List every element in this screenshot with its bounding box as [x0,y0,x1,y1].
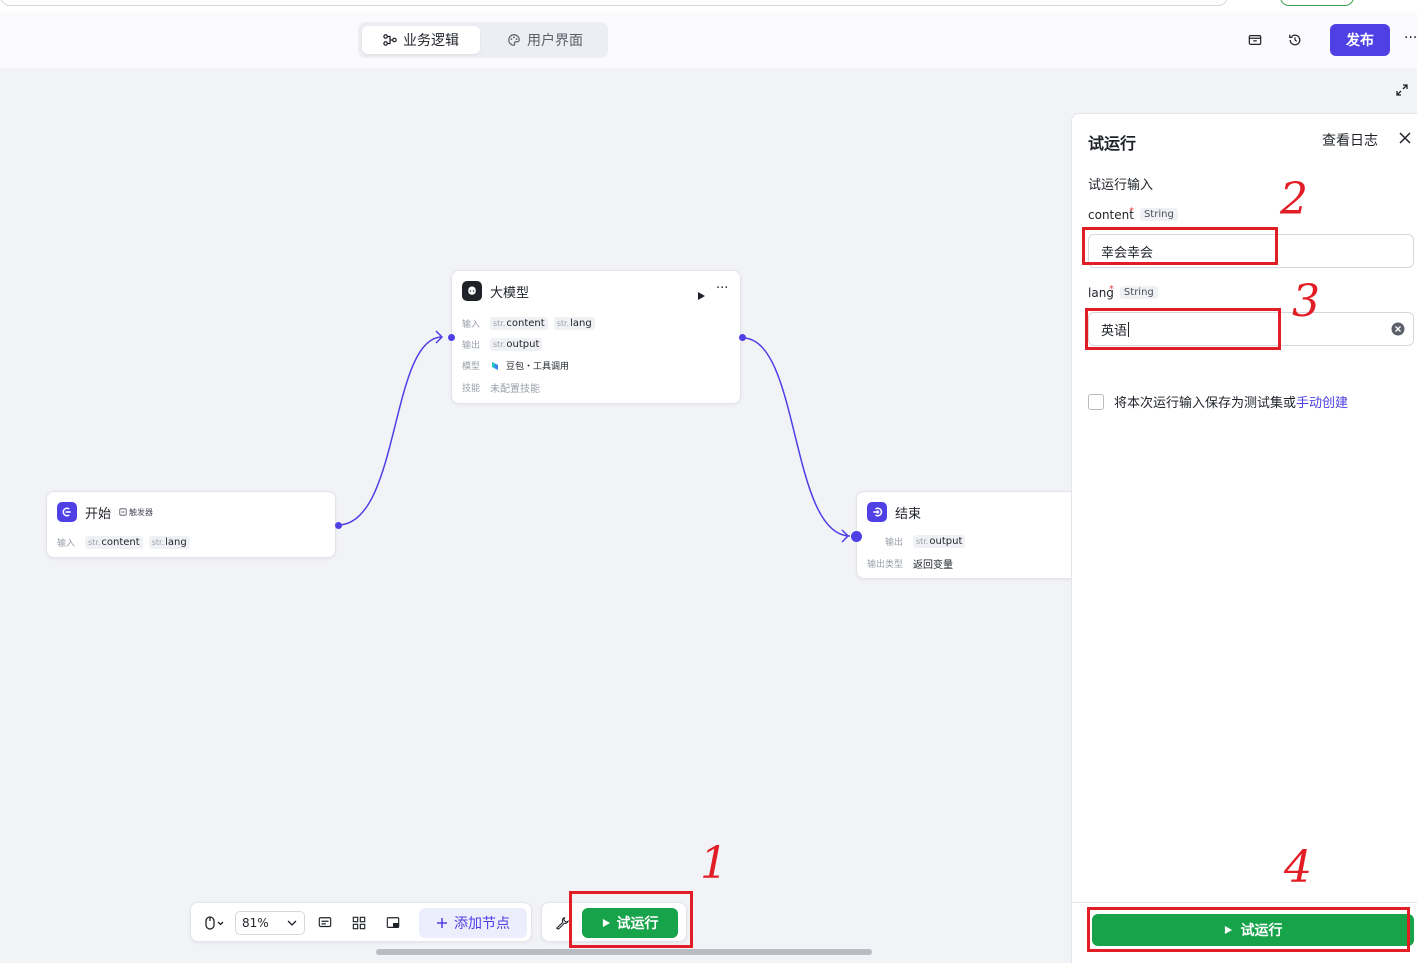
input-chip: str.lang [148,536,190,549]
zoom-value: 81% [242,916,269,930]
row-label: 技能 [462,384,481,394]
comment-icon[interactable] [315,913,335,933]
input-chip: str.content [85,536,143,549]
more-menu-icon[interactable]: ··· [1404,30,1417,46]
view-switcher: 业务逻辑 用户界面 [358,22,608,58]
llm-input-port[interactable] [448,334,455,341]
history-icon[interactable] [1285,30,1305,50]
row-label: 输入 [462,320,481,330]
node-more-icon[interactable]: ··· [716,281,728,296]
close-icon[interactable] [1398,131,1412,145]
browser-top-strip [0,0,1417,12]
annotation-box-3 [1085,308,1281,350]
address-bar-edge [0,0,1228,6]
content-field-label: content* String [1088,206,1178,222]
row-label: 输出类型 [867,560,904,570]
field-name: content [1088,208,1134,222]
model-value: 豆包・工具调用 [506,362,570,372]
chevron-down-icon [287,920,297,926]
start-output-port[interactable] [335,522,342,529]
publish-button[interactable]: 发布 [1330,24,1390,56]
manual-create-link[interactable]: 手动创建 [1296,396,1348,411]
panel-title: 试运行 [1088,134,1137,153]
row-label: 模型 [462,362,481,372]
node-title: 结束 [895,506,922,522]
save-version-icon[interactable] [1245,30,1265,50]
trigger-label: 触发器 [129,507,154,517]
lang-field-label: lang* String [1088,284,1158,300]
tab-label: 用户界面 [527,33,583,49]
start-icon [57,502,77,522]
annotation-box-2 [1082,227,1278,265]
tab-label: 业务逻辑 [403,33,459,49]
clear-icon[interactable] [1391,322,1405,336]
required-mark: * [1128,206,1134,217]
llm-output-port[interactable] [739,334,746,341]
app-header: 业务逻辑 用户界面 发布 ··· [0,12,1417,68]
input-chip: str.lang [553,317,595,330]
canvas-toolbar: 81% 添加节点 [190,902,532,942]
run-node-icon[interactable] [696,286,706,305]
annotation-number: 1 [700,838,728,889]
input-chip: str.content [490,317,548,330]
edge-arrow-icon [841,529,850,543]
type-tag: String [1119,285,1158,299]
output-chip: str.output [913,535,966,548]
end-icon [867,502,887,522]
workflow-icon [383,34,397,46]
annotation-number: 3 [1292,276,1320,327]
section-title: 试运行输入 [1088,178,1154,193]
trigger-icon [119,508,127,516]
annotation-number: 4 [1284,842,1312,893]
output-type-value: 返回变量 [913,560,953,571]
row-label: 输出 [885,538,904,548]
edge-llm-end [742,337,851,537]
annotation-box-4 [1087,907,1410,952]
trigger-tag: 触发器 [119,507,153,518]
horizontal-scrollbar[interactable] [376,949,872,955]
expand-icon[interactable] [1394,82,1410,98]
plus-icon [437,918,447,928]
save-testset-checkbox[interactable] [1088,393,1104,410]
end-node[interactable]: 结束 输出 str.output 输出类型 返回变量 [856,491,1086,579]
layout-icon[interactable] [349,913,369,933]
annotation-box-1 [569,891,693,948]
add-node-label: 添加节点 [454,916,510,932]
row-label: 输入 [57,539,76,549]
edge-start-llm [337,336,443,526]
output-chip: str.output [490,338,543,351]
llm-node[interactable]: 大模型 ··· 输入 str.content str.lang 输出 str.o… [451,270,741,404]
end-input-port[interactable] [851,531,862,542]
annotation-number: 2 [1280,174,1308,225]
node-title: 大模型 [490,285,530,301]
panel-footer-divider [1072,902,1417,903]
skill-value: 未配置技能 [490,384,540,395]
doubao-model-icon [492,361,498,370]
save-testset-row: 将本次运行输入保存为测试集或手动创建 [1088,392,1348,411]
required-mark: * [1108,284,1114,295]
tab-user-interface[interactable]: 用户界面 [486,26,604,54]
node-title: 开始 [85,506,112,522]
add-node-button[interactable]: 添加节点 [419,908,527,938]
save-testset-text: 将本次运行输入保存为测试集或 [1114,396,1297,411]
llm-icon [462,281,482,301]
type-tag: String [1139,207,1178,221]
view-log-link[interactable]: 查看日志 [1322,130,1378,150]
palette-icon [508,34,520,46]
browser-button-edge [1280,0,1354,6]
start-node[interactable]: 开始 触发器 输入 str.content str.lang [46,491,336,558]
row-label: 输出 [462,341,481,351]
mouse-mode-icon[interactable] [201,913,229,933]
zoom-select[interactable]: 81% [235,911,305,935]
tab-business-logic[interactable]: 业务逻辑 [362,26,480,54]
minimap-icon[interactable] [383,913,403,933]
edge-arrow-icon [435,330,444,344]
